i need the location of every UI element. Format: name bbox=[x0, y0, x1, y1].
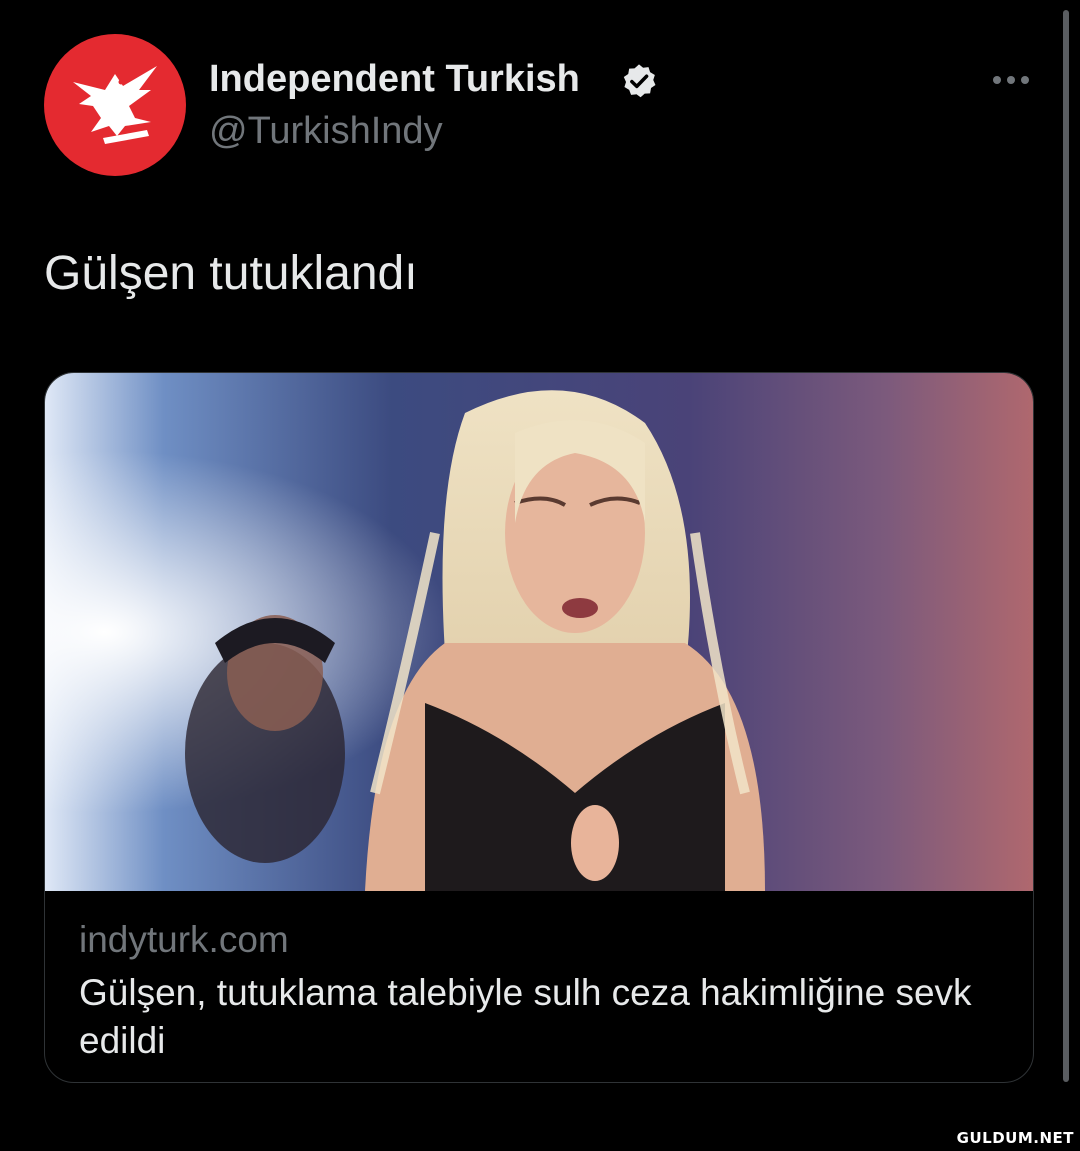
watermark: GULDUM.NET bbox=[956, 1129, 1074, 1147]
link-card-info[interactable]: indyturk.com Gülşen, tutuklama talebiyle… bbox=[45, 891, 1033, 1082]
link-card-domain: indyturk.com bbox=[79, 919, 289, 960]
independent-eagle-icon bbox=[73, 66, 157, 144]
article-photo[interactable] bbox=[45, 373, 1034, 891]
link-card-title: Gülşen, tutuklama talebiyle sulh ceza ha… bbox=[79, 972, 972, 1061]
scrollbar[interactable] bbox=[1063, 10, 1069, 1082]
link-card[interactable]: indyturk.com Gülşen, tutuklama talebiyle… bbox=[44, 372, 1034, 1083]
account-handle[interactable]: @TurkishIndy bbox=[209, 110, 443, 153]
more-options-button[interactable] bbox=[985, 60, 1037, 100]
tweet-text: Gülşen tutuklandı bbox=[44, 247, 418, 300]
account-avatar[interactable] bbox=[44, 34, 186, 176]
verified-badge-icon bbox=[623, 64, 656, 98]
account-display-name[interactable]: Independent Turkish bbox=[209, 58, 580, 101]
ellipsis-icon bbox=[993, 76, 1001, 84]
